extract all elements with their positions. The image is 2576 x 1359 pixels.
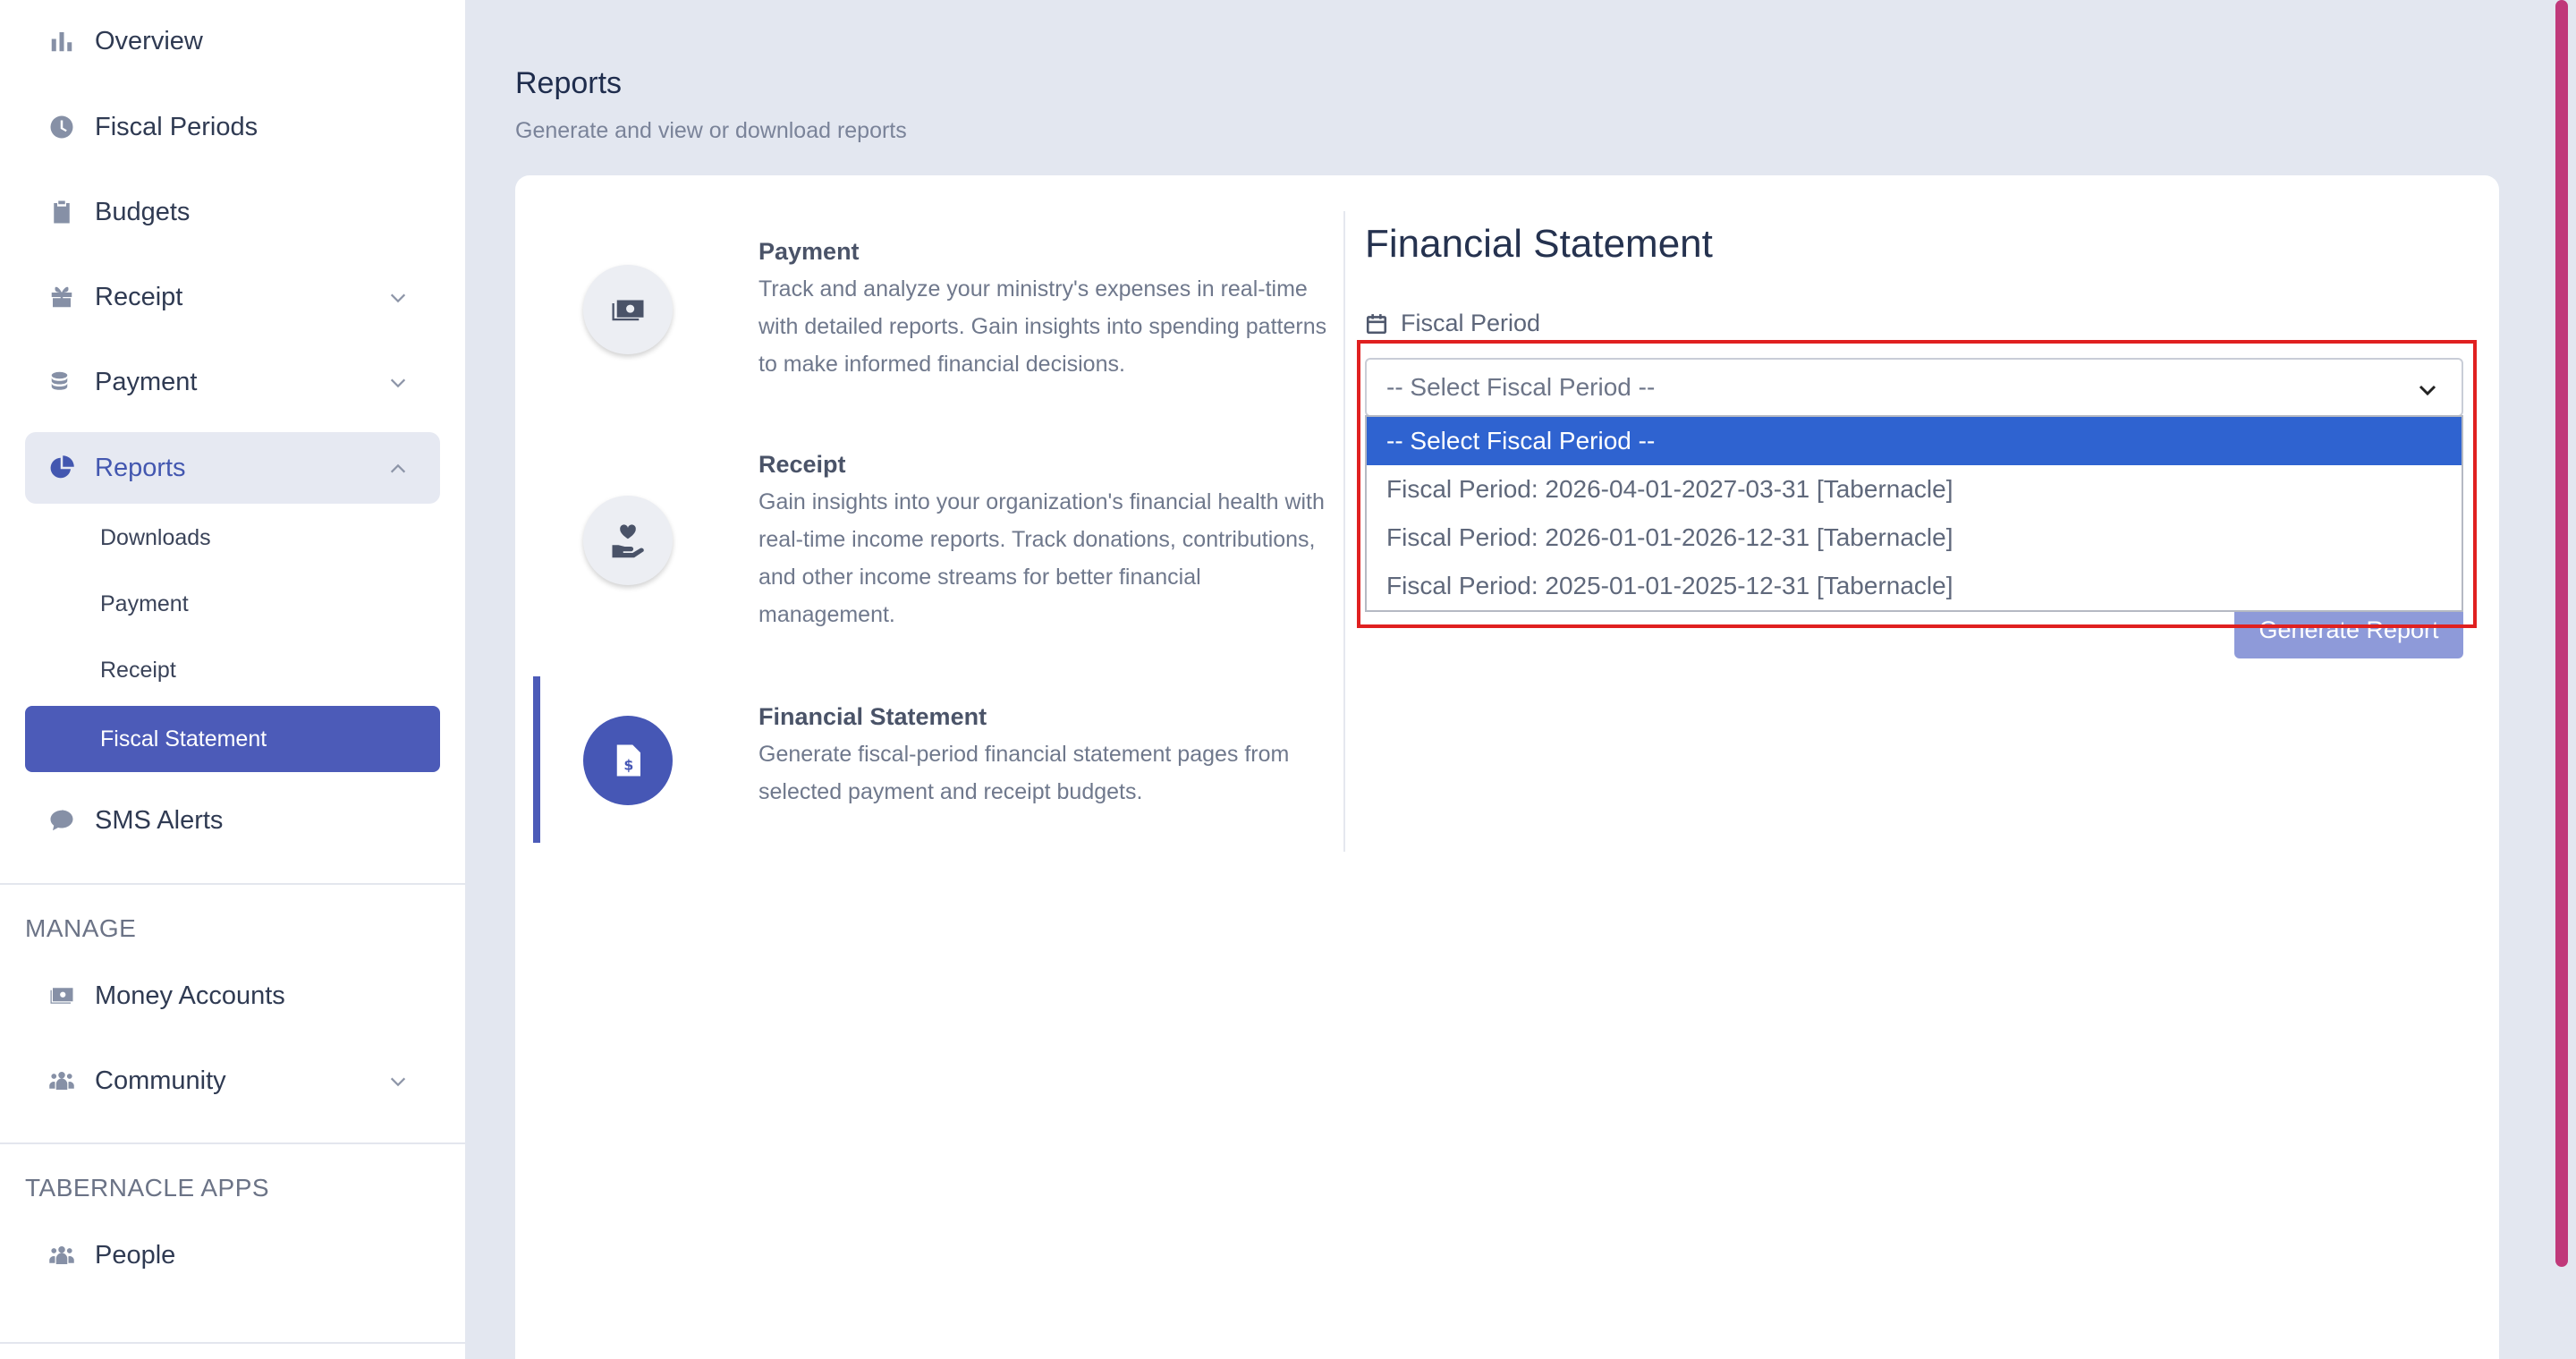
sidebar-item-label: Payment (95, 367, 198, 396)
sidebar-item-label: Fiscal Periods (95, 112, 258, 141)
users-icon (47, 1240, 77, 1270)
users-icon (47, 1066, 77, 1096)
money-bill-icon (583, 265, 673, 354)
sidebar-item-community[interactable]: Community (25, 1045, 440, 1117)
sidebar-subitem-label: Fiscal Statement (100, 726, 267, 752)
sidebar-item-receipt[interactable]: Receipt (25, 261, 440, 333)
scrollbar[interactable] (2555, 0, 2568, 1267)
sidebar: Overview Fiscal Periods Budgets Receipt … (0, 0, 465, 1359)
sidebar-item-label: Overview (95, 26, 203, 55)
sidebar-item-label: Budgets (95, 197, 191, 226)
sidebar-item-reports[interactable]: Reports (25, 432, 440, 504)
sidebar-subitem-receipt[interactable]: Receipt (25, 637, 440, 703)
coins-icon (47, 367, 77, 397)
report-type-payment[interactable]: Payment Track and analyze your ministry'… (551, 238, 1338, 399)
money-icon (47, 981, 77, 1011)
report-type-title: Payment (758, 238, 860, 265)
chevron-down-icon (388, 288, 408, 308)
sidebar-item-people[interactable]: People (25, 1219, 440, 1291)
fiscal-period-label: Fiscal Period (1365, 310, 1540, 337)
sidebar-item-overview[interactable]: Overview (25, 5, 440, 77)
report-type-description: Generate fiscal-period financial stateme… (758, 742, 1290, 804)
annotation-highlight-box (1357, 340, 2477, 628)
active-indicator (533, 676, 540, 843)
form-title: Financial Statement (1365, 222, 1713, 266)
pie-chart-icon (47, 453, 77, 483)
sidebar-divider (0, 1142, 465, 1144)
sidebar-item-sms-alerts[interactable]: SMS Alerts (25, 785, 440, 856)
sidebar-subitem-payment[interactable]: Payment (25, 571, 440, 637)
calendar-icon (1366, 313, 1387, 334)
chevron-down-icon (388, 373, 408, 393)
report-type-title: Financial Statement (758, 703, 987, 730)
sidebar-subitem-label: Payment (100, 590, 189, 616)
sidebar-item-label: Receipt (95, 282, 183, 311)
page-title: Reports (515, 66, 623, 100)
section-label-tabernacle-apps: TABERNACLE APPS (25, 1174, 270, 1202)
report-type-title: Receipt (758, 451, 846, 478)
chevron-up-icon (388, 459, 408, 479)
sidebar-item-label: Reports (95, 453, 186, 482)
sidebar-item-budgets[interactable]: Budgets (25, 176, 440, 248)
sidebar-item-label: People (95, 1240, 176, 1270)
sidebar-item-label: Community (95, 1066, 226, 1095)
clock-icon (47, 112, 77, 142)
clipboard-icon (47, 197, 77, 227)
sidebar-item-label: SMS Alerts (95, 805, 224, 835)
sidebar-divider (0, 1342, 465, 1344)
sidebar-item-payment[interactable]: Payment (25, 346, 440, 418)
report-type-receipt[interactable]: Receipt Gain insights into your organiza… (551, 451, 1338, 648)
section-label-manage: MANAGE (25, 914, 137, 942)
svg-text:$: $ (623, 757, 633, 774)
page-subtitle: Generate and view or download reports (515, 118, 907, 143)
bar-chart-icon (47, 26, 77, 56)
sidebar-subitem-fiscal-statement[interactable]: Fiscal Statement (25, 706, 440, 772)
sidebar-divider (0, 883, 465, 885)
gift-icon (47, 282, 77, 312)
fiscal-period-label-text: Fiscal Period (1401, 310, 1541, 336)
sidebar-item-label: Money Accounts (95, 981, 285, 1010)
report-type-description: Gain insights into your organization's f… (758, 489, 1325, 627)
sidebar-item-money-accounts[interactable]: Money Accounts (25, 960, 440, 1032)
sidebar-subitem-label: Receipt (100, 657, 176, 683)
report-type-description: Track and analyze your ministry's expens… (758, 276, 1327, 377)
sidebar-subitem-label: Downloads (100, 524, 211, 550)
chat-icon (47, 805, 77, 836)
sidebar-item-fiscal-periods[interactable]: Fiscal Periods (25, 91, 440, 163)
invoice-dollar-icon: $ (583, 716, 673, 805)
report-type-financial-statement[interactable]: $ Financial Statement Generate fiscal-pe… (533, 676, 1338, 843)
hand-heart-icon (583, 496, 673, 585)
sidebar-subitem-downloads[interactable]: Downloads (25, 505, 440, 571)
column-divider (1343, 211, 1345, 852)
chevron-down-icon (388, 1072, 408, 1091)
